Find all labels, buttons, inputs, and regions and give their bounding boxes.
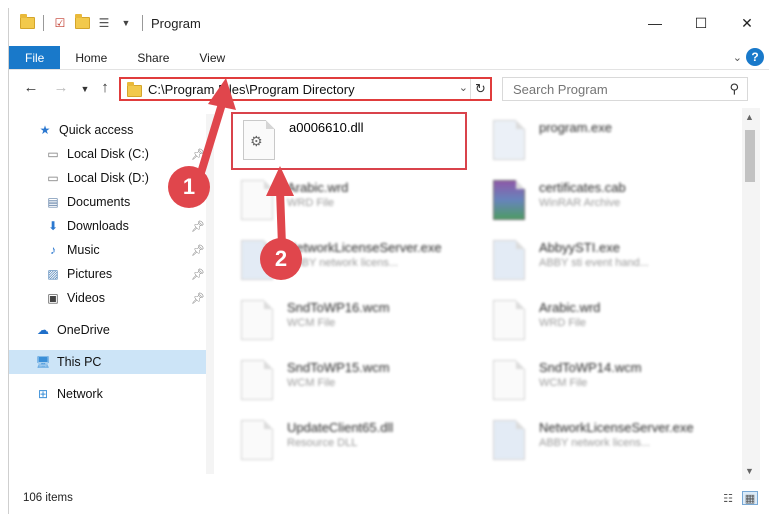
- arrow-2: [266, 166, 294, 250]
- annotation-arrows: [196, 78, 294, 250]
- callout-badge-1: 1: [168, 166, 210, 208]
- arrow-1: [196, 78, 236, 180]
- callout-badge-2: 2: [260, 238, 302, 280]
